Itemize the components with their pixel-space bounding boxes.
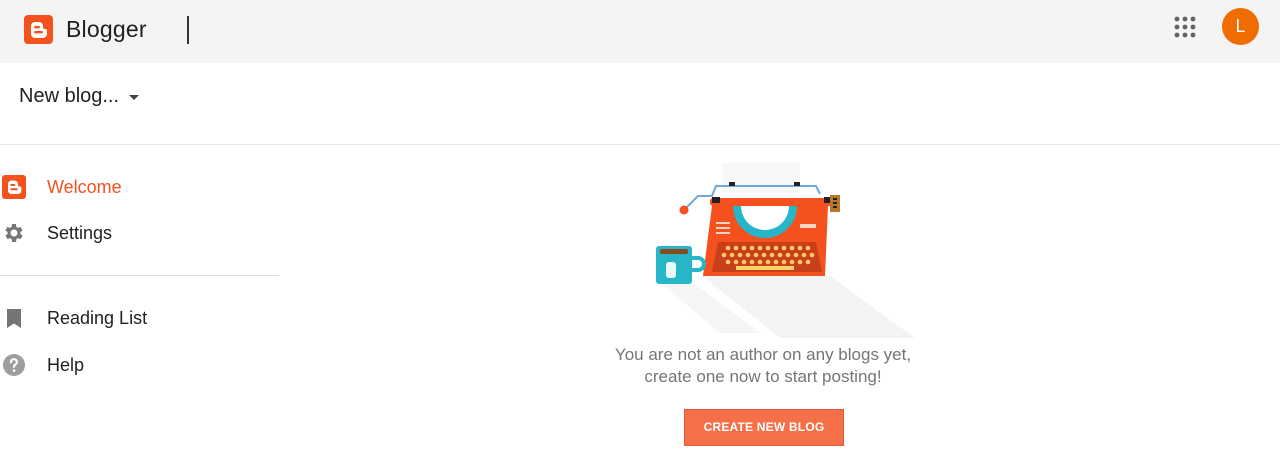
bookmark-icon (7, 309, 21, 328)
create-new-blog-button[interactable]: CREATE NEW BLOG (684, 409, 844, 446)
sidebar-item-label: Settings (47, 222, 113, 243)
chevron-down-icon (129, 94, 140, 100)
message-line-1: You are not an author on any blogs yet, (614, 345, 912, 364)
blog-selector-label: New blog... (19, 84, 120, 107)
help-icon (3, 354, 25, 376)
sidebar-divider (0, 275, 279, 276)
header-divider (187, 16, 189, 44)
blogger-icon (2, 175, 26, 199)
typewriter-illustration (656, 163, 915, 338)
header-divider-line (0, 144, 1280, 145)
gear-icon (5, 224, 23, 242)
sidebar-item-label: Help (47, 354, 85, 375)
blog-selector-dropdown[interactable]: New blog... (19, 82, 140, 110)
sidebar-item-help[interactable]: Help (0, 347, 280, 383)
sidebar-item-label: Welcome (47, 176, 122, 197)
top-bar: Blogger L (0, 0, 1280, 63)
apps-grid-icon[interactable] (1174, 16, 1196, 38)
sidebar-item-label: Reading List (47, 307, 148, 328)
app-title: Blogger (66, 16, 147, 42)
sidebar-item-settings[interactable]: Settings (0, 215, 280, 251)
empty-state-message: You are not an author on any blogs yet, … (563, 344, 963, 388)
sidebar-item-reading-list[interactable]: Reading List (0, 300, 280, 336)
blogger-logo-icon[interactable] (24, 15, 53, 44)
sidebar-item-welcome[interactable]: Welcome (0, 169, 280, 205)
account-avatar[interactable]: L (1222, 8, 1259, 45)
message-line-2: create one now to start posting! (644, 367, 882, 386)
